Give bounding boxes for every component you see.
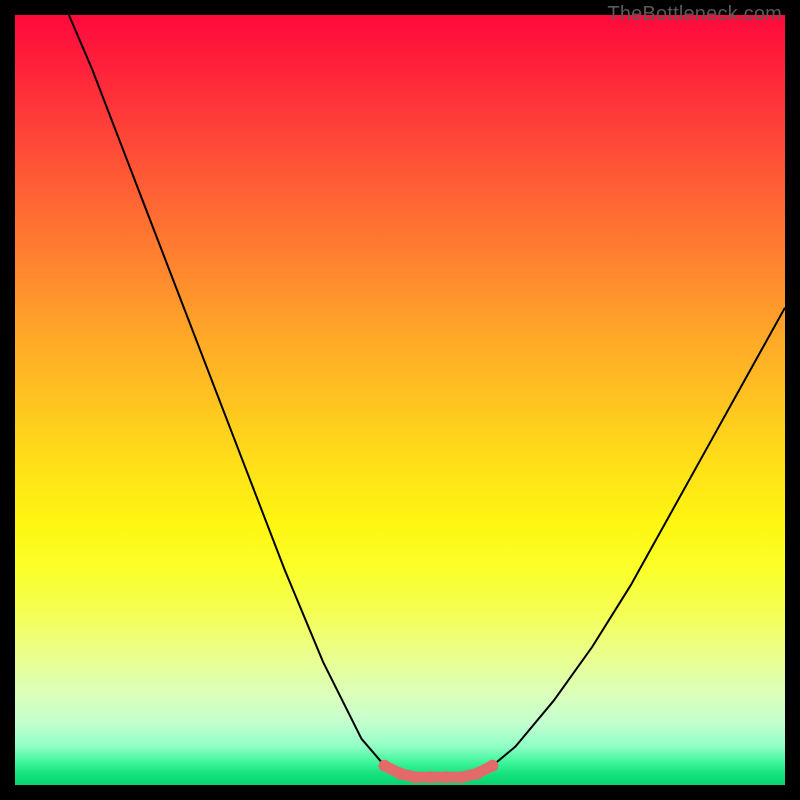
- marker-dot: [456, 771, 468, 783]
- bottleneck-curve-svg: [15, 15, 785, 785]
- marker-dot: [394, 767, 406, 779]
- watermark-text: TheBottleneck.com: [607, 3, 782, 26]
- chart-frame: TheBottleneck.com: [0, 0, 800, 800]
- marker-dot: [409, 771, 421, 783]
- marker-dot: [486, 760, 498, 772]
- bottleneck-curve: [69, 15, 785, 777]
- marker-dot: [379, 760, 391, 772]
- plot-area: [15, 15, 785, 785]
- marker-dot: [425, 771, 437, 783]
- marker-dot: [440, 771, 452, 783]
- marker-dot: [471, 767, 483, 779]
